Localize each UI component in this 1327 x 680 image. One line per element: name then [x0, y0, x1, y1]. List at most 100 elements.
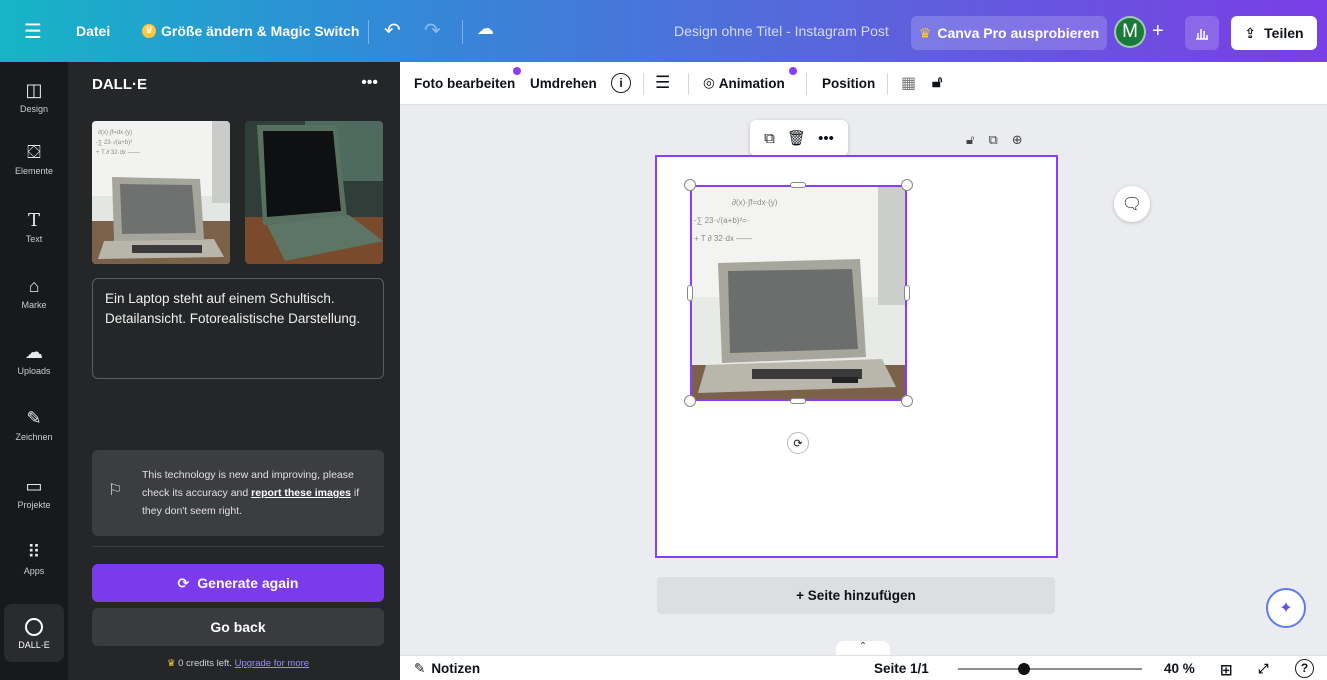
generated-image-2[interactable] [245, 121, 383, 264]
rail-item-elements[interactable]: ⛋ Elemente [0, 142, 68, 176]
undo-icon[interactable]: ↶ [384, 18, 401, 43]
duplicate-page-icon[interactable]: ⧉ [988, 132, 997, 148]
resize-label: Größe ändern & Magic Switch [161, 23, 360, 39]
credits-text: 0 credits left. [178, 658, 232, 669]
generate-again-button[interactable]: ⟳ Generate again [92, 564, 384, 602]
line-spacing-icon[interactable]: ☰ [655, 73, 670, 93]
divider [643, 73, 644, 95]
new-indicator-dot [513, 67, 521, 75]
disclaimer-notice: ⚐ This technology is new and improving, … [92, 450, 384, 536]
rotate-icon[interactable]: ⟳ [787, 432, 809, 454]
go-back-button[interactable]: Go back [92, 608, 384, 646]
resize-handle-bottom[interactable] [790, 398, 806, 404]
add-collaborator-icon[interactable]: + [1152, 20, 1164, 43]
more-options-icon[interactable]: ••• [361, 74, 378, 92]
show-pages-chevron-icon[interactable]: ⌃ [836, 641, 890, 655]
apps-grid-icon: ⠿ [27, 542, 41, 562]
panel-title: DALL·E [92, 76, 147, 93]
avatar[interactable]: M [1114, 16, 1146, 48]
credits-info: ♛ 0 credits left. Upgrade for more [92, 658, 384, 669]
rail-item-dalle[interactable]: DALL·E [4, 604, 64, 662]
add-comment-icon[interactable]: 🗨︎ [1114, 186, 1150, 222]
divider [688, 73, 689, 95]
context-toolbar: Foto bearbeiten Umdrehen i ☰ ◎ Animation… [400, 62, 1327, 105]
resize-handle-br[interactable] [901, 395, 913, 407]
upgrade-link[interactable]: Upgrade for more [235, 658, 309, 669]
animation-button[interactable]: ◎ Animation [703, 75, 785, 91]
rail-item-brand[interactable]: ⌂ Marke [0, 276, 68, 310]
insights-chart-icon[interactable] [1185, 16, 1219, 50]
grid-view-icon[interactable]: ⊞ [1220, 661, 1233, 679]
zoom-slider-thumb[interactable] [1018, 663, 1030, 675]
prompt-textarea[interactable]: Ein Laptop steht auf einem Schultisch. D… [92, 278, 384, 379]
rail-item-apps[interactable]: ⠿ Apps [0, 542, 68, 576]
notes-label: Notizen [431, 661, 481, 676]
layout-icon: ◫ [25, 80, 43, 100]
brand-icon: ⌂ [28, 276, 40, 296]
file-menu[interactable]: Datei [76, 23, 110, 39]
resize-handle-bl[interactable] [684, 395, 696, 407]
animation-icon: ◎ [703, 75, 715, 90]
redo-icon[interactable]: ↷ [424, 18, 441, 43]
draw-icon: ✎ [26, 408, 42, 428]
dalle-panel: DALL·E ••• ∂(x)·∫f=dx·(y) -∑ 23·√(a+b)² … [68, 62, 400, 680]
try-canva-pro-button[interactable]: ♛ Canva Pro ausprobieren [911, 16, 1107, 50]
rail-item-text[interactable]: T Text [0, 210, 68, 244]
hamburger-menu-icon[interactable]: ☰ [0, 19, 66, 44]
resize-handle-tl[interactable] [684, 179, 696, 191]
shapes-icon: ⛋ [27, 142, 41, 162]
selected-image[interactable]: ∂(x)·∫f=dx·(y) -∑ 23·√(a+b)²=· + T ∂ 32·… [690, 185, 907, 401]
crown-icon: ♛ [142, 24, 156, 38]
openai-icon [25, 618, 43, 636]
disclaimer-text: This technology is new and improving, pl… [142, 466, 372, 520]
position-button[interactable]: Position [822, 76, 875, 91]
svg-text:∂(x)·∫f=dx·(y): ∂(x)·∫f=dx·(y) [98, 129, 132, 136]
rail-label: Uploads [17, 366, 51, 376]
divider [806, 73, 807, 95]
divider [92, 546, 384, 547]
text-icon: T [27, 210, 40, 231]
rail-item-design[interactable]: ◫ Design [0, 80, 68, 114]
resize-handle-left[interactable] [687, 285, 693, 301]
trash-icon[interactable]: 🗑︎ [787, 129, 806, 147]
zoom-level[interactable]: 40 % [1164, 661, 1195, 676]
info-icon[interactable]: i [611, 73, 631, 93]
rail-label: Marke [21, 300, 47, 310]
rail-item-draw[interactable]: ✎ Zeichnen [0, 408, 68, 442]
notes-button[interactable]: ✎ Notizen [414, 661, 480, 677]
transparency-icon[interactable]: ▦ [901, 73, 916, 93]
fullscreen-icon[interactable]: ⤢ [1258, 661, 1268, 677]
lock-icon[interactable]: 🔓︎ [932, 74, 942, 92]
folder-icon: ▭ [25, 476, 43, 496]
design-title[interactable]: Design ohne Titel - Instagram Post [674, 23, 889, 39]
report-images-link[interactable]: report these images [251, 487, 351, 499]
page-indicator[interactable]: Seite 1/1 [874, 661, 929, 676]
pro-label: Canva Pro ausprobieren [937, 25, 1100, 41]
rail-item-uploads[interactable]: ☁ Uploads [0, 342, 68, 376]
duplicate-icon[interactable]: ⧉ [764, 130, 775, 147]
flip-button[interactable]: Umdrehen [530, 76, 597, 91]
add-page-button[interactable]: + Seite hinzufügen [657, 577, 1055, 614]
svg-text:∂(x)·∫f=dx·(y): ∂(x)·∫f=dx·(y) [732, 198, 778, 207]
divider [368, 20, 369, 44]
edit-photo-button[interactable]: Foto bearbeiten [414, 76, 515, 91]
animation-label: Animation [718, 75, 785, 91]
zoom-slider-track[interactable] [958, 668, 1142, 670]
share-button[interactable]: ⇪ Teilen [1231, 16, 1317, 50]
help-icon[interactable]: ? [1295, 659, 1314, 678]
lock-page-icon[interactable]: 🔓︎ [966, 132, 974, 148]
rail-item-projects[interactable]: ▭ Projekte [0, 476, 68, 510]
share-label: Teilen [1264, 25, 1304, 41]
magic-assistant-icon[interactable]: ✦ [1266, 588, 1306, 628]
more-options-icon[interactable]: ••• [818, 130, 834, 147]
resize-handle-top[interactable] [790, 182, 806, 188]
add-page-icon[interactable]: ⊕ [1012, 132, 1023, 148]
cloud-saved-icon[interactable]: ☁ [477, 19, 494, 39]
generate-again-label: Generate again [197, 575, 299, 591]
resize-magic-switch-button[interactable]: ♛ Größe ändern & Magic Switch [142, 23, 359, 39]
generated-image-1[interactable]: ∂(x)·∫f=dx·(y) -∑ 23·√(a+b)² + T ∂ 32·dx… [92, 121, 230, 264]
refresh-icon: ⟳ [177, 574, 190, 591]
resize-handle-tr[interactable] [901, 179, 913, 191]
rail-label: Apps [23, 566, 45, 576]
resize-handle-right[interactable] [904, 285, 910, 301]
